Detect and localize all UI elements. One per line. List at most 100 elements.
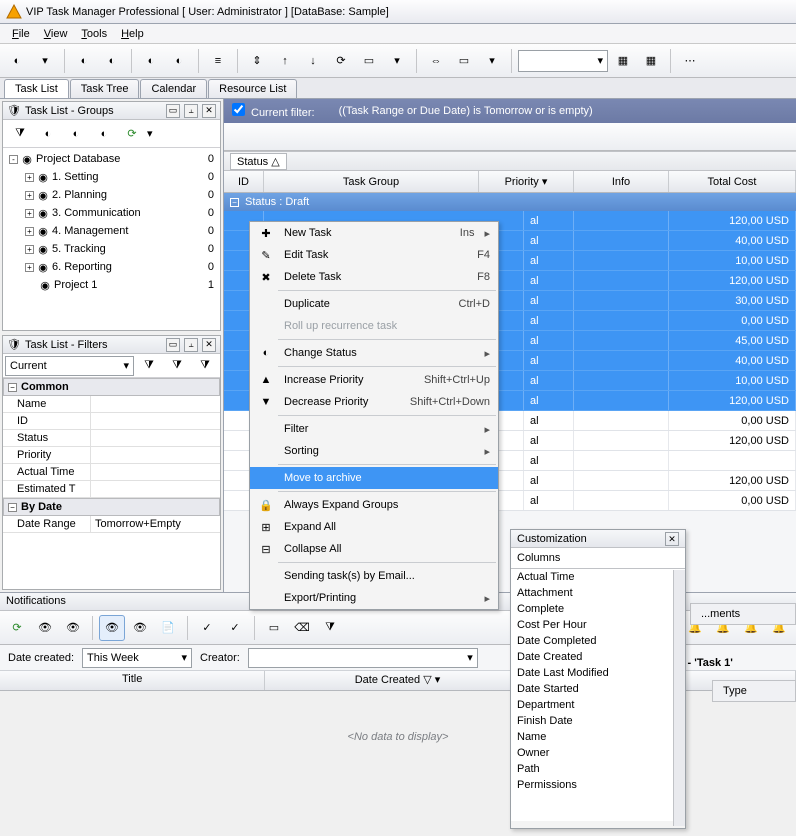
menu-item[interactable]: DuplicateCtrl+D bbox=[250, 293, 498, 315]
refresh-icon[interactable]: ⟳ bbox=[328, 48, 354, 74]
expand-icon[interactable]: - bbox=[9, 155, 18, 164]
filter-checkbox[interactable]: Current filter: bbox=[232, 103, 315, 119]
filter-icon[interactable]: ⧩ bbox=[136, 353, 162, 379]
tree-item[interactable]: +◉1. Setting0 bbox=[5, 168, 218, 186]
toolbar-dropdown[interactable]: ▾ bbox=[147, 127, 153, 140]
toolbar-btn[interactable]: ▭ bbox=[261, 615, 287, 641]
column-item[interactable]: Department bbox=[511, 697, 685, 713]
toolbar-btn-active[interactable]: 👁 bbox=[99, 615, 125, 641]
toolbar-btn[interactable]: ◐ bbox=[4, 48, 30, 74]
grouping-chip[interactable]: Status △ bbox=[230, 153, 287, 170]
toolbar-btn[interactable]: ◐ bbox=[91, 121, 117, 147]
filter-section[interactable]: −Common bbox=[3, 378, 220, 396]
menu-item[interactable]: ▼Decrease PriorityShift+Ctrl+Down bbox=[250, 391, 498, 413]
filter-property[interactable]: ID bbox=[3, 413, 220, 430]
menu-item[interactable]: Sending task(s) by Email... bbox=[250, 565, 498, 587]
filter-property[interactable]: Actual Time bbox=[3, 464, 220, 481]
toolbar-btn[interactable]: ⋯ bbox=[677, 48, 703, 74]
tab-resource-list[interactable]: Resource List bbox=[208, 79, 297, 98]
toolbar-btn[interactable]: ◐ bbox=[35, 121, 61, 147]
menu-item[interactable]: Filter▸ bbox=[250, 418, 498, 440]
col-info[interactable]: Info bbox=[574, 171, 669, 192]
tab-calendar[interactable]: Calendar bbox=[140, 79, 207, 98]
toolbar-btn[interactable]: ◐ bbox=[138, 48, 164, 74]
refresh-icon[interactable]: ⟳ bbox=[119, 121, 145, 147]
date-created-combo[interactable]: This Week▾ bbox=[82, 648, 192, 668]
menu-tools[interactable]: Tools bbox=[75, 26, 113, 42]
col-priority[interactable]: Priority ▾ bbox=[479, 171, 574, 192]
filter-icon[interactable]: ⧩ bbox=[164, 353, 190, 379]
customization-panel[interactable]: Customization ✕ Columns Actual TimeAttac… bbox=[510, 529, 686, 829]
toolbar-btn[interactable]: ▦ bbox=[638, 48, 664, 74]
menu-item[interactable]: ⊞Expand All bbox=[250, 516, 498, 538]
arrow-up-icon[interactable]: ↑ bbox=[272, 48, 298, 74]
creator-combo[interactable]: ▾ bbox=[248, 648, 478, 668]
tree-item[interactable]: +◉4. Management0 bbox=[5, 222, 218, 240]
collapse-icon[interactable]: − bbox=[230, 198, 239, 207]
menu-item[interactable]: 🔒Always Expand Groups bbox=[250, 494, 498, 516]
menu-item[interactable]: ▲Increase PriorityShift+Ctrl+Up bbox=[250, 369, 498, 391]
col-id[interactable]: ID bbox=[224, 171, 264, 192]
column-item[interactable]: Permissions bbox=[511, 777, 685, 793]
filter-preset-combo[interactable]: Current▾ bbox=[5, 356, 134, 376]
expand-icon[interactable]: + bbox=[25, 191, 34, 200]
type-tab[interactable]: Type bbox=[712, 680, 796, 702]
menu-item[interactable]: ✖Delete TaskF8 bbox=[250, 266, 498, 288]
menu-item[interactable]: ✎Edit TaskF4 bbox=[250, 244, 498, 266]
context-menu[interactable]: ✚New TaskIns▸✎Edit TaskF4✖Delete TaskF8D… bbox=[249, 221, 499, 610]
expand-icon[interactable]: + bbox=[25, 209, 34, 218]
toolbar-btn[interactable]: ◐ bbox=[99, 48, 125, 74]
fit-height-icon[interactable]: ⇕ bbox=[244, 48, 270, 74]
panel-pin-icon[interactable]: ⫠ bbox=[184, 338, 198, 352]
dropdown-icon[interactable]: ▾ bbox=[542, 175, 548, 188]
panel-close-icon[interactable]: ✕ bbox=[202, 338, 216, 352]
tree-item[interactable]: ◉Project 11 bbox=[5, 276, 218, 294]
expand-icon[interactable]: + bbox=[25, 245, 34, 254]
toolbar-btn[interactable]: ▭ bbox=[451, 48, 477, 74]
tab-task-list[interactable]: Task List bbox=[4, 79, 69, 98]
refresh-icon[interactable]: ⟳ bbox=[4, 615, 30, 641]
column-item[interactable]: Finish Date bbox=[511, 713, 685, 729]
notif-col-date[interactable]: Date Created ▽ ▾ bbox=[265, 671, 530, 690]
panel-close-icon[interactable]: ✕ bbox=[202, 104, 216, 118]
filter-property[interactable]: Date RangeTomorrow+Empty bbox=[3, 516, 220, 533]
menu-item[interactable]: Move to archive bbox=[250, 467, 498, 489]
toolbar-dropdown[interactable]: ▾ bbox=[384, 48, 410, 74]
toolbar-btn[interactable]: ✓ bbox=[194, 615, 220, 641]
customization-tab[interactable]: Columns bbox=[511, 548, 685, 569]
toolbar-btn[interactable]: 👁 bbox=[127, 615, 153, 641]
filter-icon[interactable]: ⧩ bbox=[317, 615, 343, 641]
menu-item[interactable]: ◐Change Status▸ bbox=[250, 342, 498, 364]
toolbar-btn[interactable]: ▭ bbox=[356, 48, 382, 74]
toolbar-dropdown[interactable]: ▾ bbox=[479, 48, 505, 74]
menu-item[interactable]: Sorting▸ bbox=[250, 440, 498, 462]
filter-icon[interactable]: ⧩ bbox=[7, 121, 33, 147]
notif-col-title[interactable]: Title bbox=[0, 671, 265, 690]
filter-property[interactable]: Name bbox=[3, 396, 220, 413]
filter-property[interactable]: Estimated T bbox=[3, 481, 220, 498]
filter-icon[interactable]: ⧩ bbox=[192, 353, 218, 379]
fit-width-icon[interactable]: ⇔ bbox=[423, 48, 449, 74]
grid-group-row[interactable]: − Status : Draft bbox=[224, 193, 796, 211]
expand-icon[interactable]: + bbox=[25, 227, 34, 236]
menu-view[interactable]: View bbox=[38, 26, 74, 42]
comments-tab[interactable]: ...ments bbox=[690, 603, 796, 625]
panel-restore-icon[interactable]: ▭ bbox=[166, 104, 180, 118]
column-item[interactable]: Name bbox=[511, 729, 685, 745]
toolbar-btn[interactable]: ◐ bbox=[63, 121, 89, 147]
tree-item[interactable]: -◉Project Database0 bbox=[5, 150, 218, 168]
toolbar-btn[interactable]: ✓ bbox=[222, 615, 248, 641]
menu-item[interactable]: ⊟Collapse All bbox=[250, 538, 498, 560]
customization-column-list[interactable]: Actual TimeAttachmentCompleteCost Per Ho… bbox=[511, 569, 685, 821]
column-item[interactable]: Date Completed bbox=[511, 633, 685, 649]
menu-help[interactable]: Help bbox=[115, 26, 150, 42]
groups-tree[interactable]: -◉Project Database0+◉1. Setting0+◉2. Pla… bbox=[3, 148, 220, 330]
toolbar-btn[interactable]: ≡ bbox=[205, 48, 231, 74]
expand-icon[interactable]: + bbox=[25, 173, 34, 182]
column-item[interactable]: Complete bbox=[511, 601, 685, 617]
column-item[interactable]: Cost Per Hour bbox=[511, 617, 685, 633]
column-item[interactable]: Date Started bbox=[511, 681, 685, 697]
panel-restore-icon[interactable]: ▭ bbox=[166, 338, 180, 352]
scrollbar[interactable] bbox=[673, 570, 685, 826]
column-item[interactable]: Date Created bbox=[511, 649, 685, 665]
